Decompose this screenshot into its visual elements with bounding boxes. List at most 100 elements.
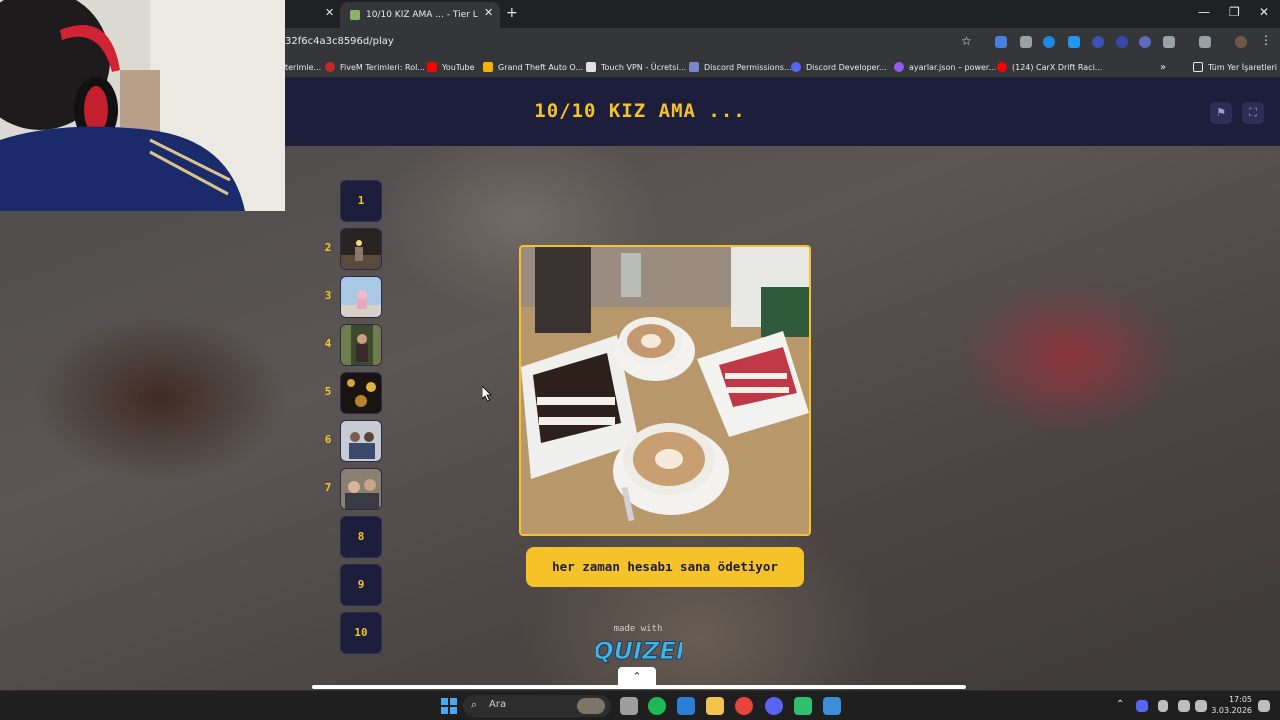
spotify-icon[interactable] (648, 697, 666, 715)
bookmark-item[interactable]: ayarlar.json – power... (894, 56, 996, 78)
vscode-icon[interactable] (677, 697, 695, 715)
close-tab-icon[interactable]: ✕ (325, 6, 334, 19)
sky-photo-thumbnail[interactable] (340, 276, 382, 318)
bookmark-star-icon[interactable]: ☆ (961, 34, 972, 48)
rank-slot[interactable]: 8 (320, 516, 390, 558)
restore-icon[interactable]: ❐ (1229, 5, 1240, 19)
app-settings-icon[interactable] (823, 697, 841, 715)
bookmark-item[interactable]: Grand Theft Auto O... (483, 56, 583, 78)
windows-start-icon[interactable] (440, 697, 458, 715)
rank-number: 2 (324, 241, 332, 254)
extension-blue-icon[interactable] (1116, 36, 1128, 48)
lights-photo-thumbnail[interactable] (340, 372, 382, 414)
rank-number: 6 (324, 433, 332, 446)
rank-slot[interactable]: 5 (320, 372, 390, 414)
answer-text-button[interactable]: her zaman hesabı sana ödetiyor (526, 547, 804, 587)
rank-number: 4 (324, 337, 332, 350)
extensions-puzzle-icon[interactable] (1163, 36, 1175, 48)
extension-printer-icon[interactable] (1020, 36, 1032, 48)
task-view-icon[interactable] (620, 697, 638, 715)
horizontal-scrollbar[interactable] (312, 685, 966, 689)
extension-cloud-icon[interactable] (1139, 36, 1151, 48)
rank-slot[interactable]: 9 (320, 564, 390, 606)
discord-icon[interactable] (765, 697, 783, 715)
dark-night-photo-thumbnail[interactable] (340, 228, 382, 270)
chrome-icon[interactable] (735, 697, 753, 715)
file-explorer-icon[interactable] (706, 697, 724, 715)
youtube-icon (997, 62, 1007, 72)
bookmark-item[interactable]: Discord Permissions... (689, 56, 792, 78)
powershell-icon (894, 62, 904, 72)
tab-search-icon[interactable] (1199, 36, 1211, 48)
fullscreen-icon[interactable]: ⛶ (1242, 102, 1264, 124)
clock-date[interactable]: 3.03.2026 (1206, 706, 1252, 715)
rank-slot-empty[interactable]: 8 (340, 516, 382, 558)
extension-screen-icon[interactable] (1068, 36, 1080, 48)
close-active-tab-icon[interactable]: ✕ (484, 6, 493, 19)
microphone-icon[interactable] (1158, 700, 1168, 712)
tab-title: 10/10 KIZ AMA ... - Tier List, Kö (366, 10, 478, 20)
browser-menu-icon[interactable]: ⋮ (1260, 33, 1272, 47)
youtube-icon (427, 62, 437, 72)
bookmark-item[interactable]: Touch VPN - Ücretsi... (586, 56, 686, 78)
search-placeholder: Ara (489, 699, 507, 710)
bookmark-item[interactable]: FiveM Terimleri: Rol... (325, 56, 425, 78)
touch-vpn-icon (586, 62, 596, 72)
network-icon[interactable] (1178, 700, 1190, 712)
bookmark-item[interactable]: Discord Developer... (791, 56, 887, 78)
extension-vpn-icon[interactable] (1043, 36, 1055, 48)
rank-slot-empty[interactable]: 9 (340, 564, 382, 606)
search-highlight-icon (577, 698, 605, 714)
taskbar-search[interactable]: ⌕ Ara (463, 695, 611, 717)
rank-slot[interactable]: 3 (320, 276, 390, 318)
tray-discord-icon[interactable] (1136, 700, 1148, 712)
rank-number: 7 (324, 481, 332, 494)
quizei-logo[interactable]: QUIZEI (593, 635, 686, 666)
close-window-icon[interactable]: ✕ (1259, 5, 1269, 19)
clock-time[interactable]: 17:05 (1208, 695, 1252, 704)
bookmark-item[interactable]: terimle... (285, 56, 321, 78)
discord-icon (791, 62, 801, 72)
browser-tab-active[interactable]: 10/10 KIZ AMA ... - Tier List, Kö (340, 2, 500, 28)
rank-slot[interactable]: 6 (320, 420, 390, 462)
folder-icon (1193, 62, 1203, 72)
cafe-coffee-cakes-photo (519, 245, 811, 536)
search-icon: ⌕ (471, 698, 478, 711)
more-bookmarks-icon[interactable]: » (1160, 56, 1166, 78)
gta-icon (483, 62, 493, 72)
notifications-bell-icon[interactable] (1258, 700, 1270, 712)
rank-number: 5 (324, 385, 332, 398)
new-tab-icon[interactable]: + (506, 5, 518, 21)
rank-slot[interactable]: 4 (320, 324, 390, 366)
extension-audio-icon[interactable] (1092, 36, 1104, 48)
tab-favicon-icon (350, 10, 360, 20)
chevron-up-icon[interactable]: ⌃ (618, 667, 656, 687)
app-green-icon[interactable] (794, 697, 812, 715)
made-with-label: made with (613, 624, 663, 634)
rank-slot[interactable]: 10 (320, 612, 390, 654)
rank-number: 3 (324, 289, 332, 302)
show-hidden-icons[interactable]: ⌃ (1116, 699, 1124, 710)
address-bar[interactable]: 32f6c4a3c8596d/play (285, 28, 394, 56)
profile-avatar-icon[interactable] (1235, 36, 1247, 48)
rank-slot-empty[interactable]: 1 (340, 180, 382, 222)
report-flag-icon[interactable]: ⚑ (1210, 102, 1232, 124)
discord-permissions-icon (689, 62, 699, 72)
bookmark-item[interactable]: YouTube (427, 56, 475, 78)
people-photo-thumbnail[interactable] (340, 468, 382, 510)
minimize-icon[interactable]: — (1198, 5, 1210, 19)
rank-slot[interactable]: 7 (320, 468, 390, 510)
rank-slot[interactable]: 2 (320, 228, 390, 270)
extension-translate-icon[interactable] (995, 36, 1007, 48)
mouse-cursor-icon (482, 386, 492, 402)
rank-slot-empty[interactable]: 10 (340, 612, 382, 654)
fivem-icon (325, 62, 335, 72)
windows-taskbar: ⌕ Ara ⌃ 17:05 3.03.2026 (0, 690, 1280, 720)
group-photo-thumbnail[interactable] (340, 420, 382, 462)
all-bookmarks-folder[interactable]: Tüm Yer İşaretleri (1193, 56, 1277, 78)
rank-slot[interactable]: 1 (320, 180, 390, 222)
webcam-overlay (0, 0, 285, 211)
portrait-photo-thumbnail[interactable] (340, 324, 382, 366)
svg-text:QUIZEI: QUIZEI (596, 637, 682, 665)
bookmark-item[interactable]: (124) CarX Drift Raci... (997, 56, 1102, 78)
